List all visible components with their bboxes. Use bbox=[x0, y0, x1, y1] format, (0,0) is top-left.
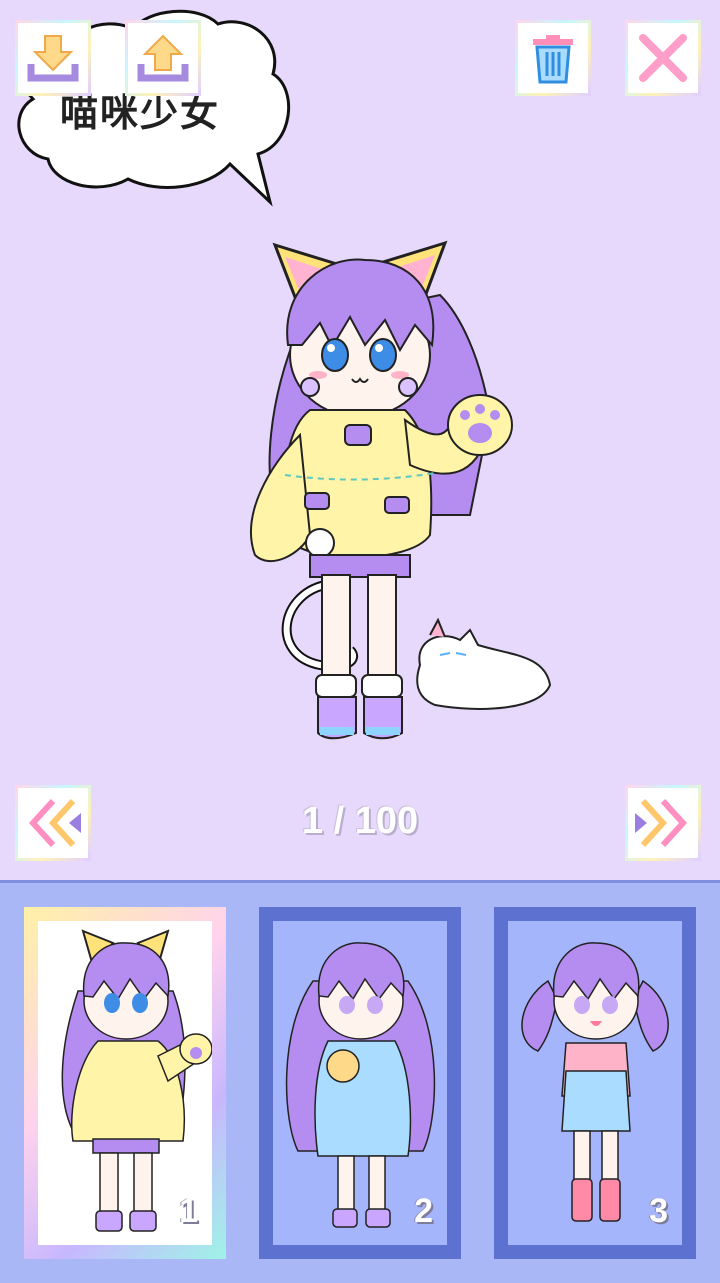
outfit-counter: 1 / 100 bbox=[301, 800, 419, 842]
outfit-slot-inner: 1 bbox=[38, 921, 212, 1245]
double-chevron-left-icon bbox=[28, 798, 81, 848]
next-button[interactable] bbox=[625, 785, 701, 861]
upload-icon bbox=[137, 34, 189, 82]
outfit-slot-1[interactable]: 1 bbox=[24, 907, 226, 1259]
close-button[interactable] bbox=[625, 20, 701, 96]
outfit-slot-3[interactable]: 3 bbox=[494, 907, 696, 1259]
previous-button[interactable] bbox=[15, 785, 91, 861]
download-icon bbox=[27, 35, 79, 82]
character-illustration bbox=[250, 240, 552, 740]
double-chevron-right-icon bbox=[635, 798, 688, 848]
slot-number: 3 bbox=[649, 1192, 668, 1230]
character-stage: 喵咪少女 1 / 100 bbox=[0, 0, 720, 880]
slot-number: 1 bbox=[179, 1192, 198, 1230]
outfit-tray: 1 2 3 bbox=[0, 880, 720, 1283]
close-icon bbox=[639, 34, 687, 82]
slot-number: 2 bbox=[414, 1192, 433, 1230]
trash-button[interactable] bbox=[515, 20, 591, 96]
outfit-slot-inner: 2 bbox=[273, 921, 447, 1245]
outfit-slot-2[interactable]: 2 bbox=[259, 907, 461, 1259]
trash-icon bbox=[533, 35, 573, 84]
outfit-slot-inner: 3 bbox=[508, 921, 682, 1245]
upload-button[interactable] bbox=[125, 20, 201, 96]
download-button[interactable] bbox=[15, 20, 91, 96]
